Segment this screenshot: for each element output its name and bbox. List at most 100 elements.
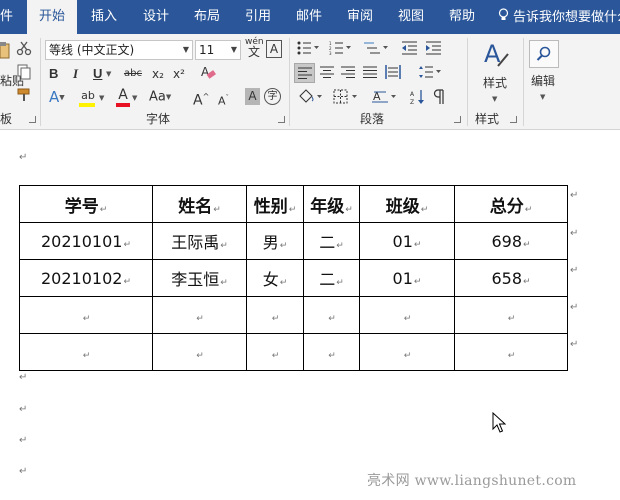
format-painter-icon[interactable] [16,87,32,109]
tab-mailings[interactable]: 邮件 [296,0,322,34]
table-cell[interactable]: 二↵ [303,259,360,297]
tell-me-search[interactable]: 告诉我你想要做什么 [498,0,620,34]
justify-icon[interactable] [363,66,377,84]
font-color-button[interactable]: A [116,86,130,107]
table-cell[interactable]: 01↵ [359,259,455,297]
styles-icon[interactable]: A [482,38,510,76]
underline-dropdown[interactable]: ▼ [106,65,111,84]
mouse-cursor-icon [492,411,507,438]
bullets-icon[interactable] [297,41,319,61]
editing-dropdown[interactable]: ▼ [540,88,545,107]
cut-icon[interactable] [16,40,32,62]
lightbulb-icon [498,0,509,34]
chinese-layout-icon[interactable]: A [372,89,398,111]
table-cell[interactable]: 李玉恒↵ [152,259,247,297]
tab-references[interactable]: 引用 [245,0,271,34]
student-table[interactable]: 学号↵ 姓名↵ 性别↵ 年级↵ 班级↵ 总分↵ 20210101↵ 王际禹↵ 男… [19,185,568,371]
strikethrough-button[interactable]: abc [124,65,142,83]
enclose-characters-button[interactable]: 字 [264,88,281,105]
table-cell[interactable]: ↵ [454,296,568,334]
grow-arrow-icon: ^ [202,92,210,101]
change-case-button[interactable]: Aa▼ [149,88,171,107]
superscript-button[interactable]: x² [173,65,185,83]
highlight-dropdown[interactable]: ▼ [99,89,104,108]
copy-icon[interactable] [16,64,32,86]
font-color-dropdown[interactable]: ▼ [132,89,137,108]
italic-button[interactable]: I [73,65,78,83]
paragraph-mark: ↵ [19,466,28,477]
table-cell[interactable]: ↵ [303,296,360,334]
tab-help[interactable]: 帮助 [449,0,475,34]
character-shading-button[interactable]: A [245,88,260,105]
shading-icon[interactable] [297,89,323,111]
align-center-icon[interactable] [320,66,334,84]
borders-icon[interactable] [333,89,359,111]
table-cell[interactable]: ↵ [303,333,360,371]
table-cell[interactable]: 658↵ [454,259,568,297]
tab-view[interactable]: 视图 [398,0,424,34]
table-cell[interactable]: ↵ [19,333,153,371]
header-cell[interactable]: 性别↵ [246,185,304,223]
show-marks-icon[interactable] [433,89,445,111]
underline-button[interactable]: U [93,65,102,83]
tab-insert[interactable]: 插入 [91,0,117,34]
grow-font-button[interactable]: A^ [193,88,209,110]
distributed-icon[interactable] [385,65,401,85]
font-dialog-launcher[interactable] [278,116,285,123]
tab-layout[interactable]: 布局 [194,0,220,34]
styles-dialog-launcher[interactable] [510,116,517,123]
group-separator [289,38,290,126]
table-cell[interactable]: ↵ [246,333,304,371]
table-cell[interactable]: 二↵ [303,222,360,260]
table-cell[interactable]: ↵ [152,296,247,334]
font-name-combo[interactable]: 等线 (中文正文) ▼ [45,40,193,60]
table-cell[interactable]: ↵ [359,333,455,371]
styles-dropdown[interactable]: ▼ [492,90,497,109]
increase-indent-icon[interactable] [426,41,442,61]
table-cell[interactable]: ↵ [19,296,153,334]
table-cell[interactable]: ↵ [152,333,247,371]
table-cell[interactable]: 女↵ [246,259,304,297]
table-cell[interactable]: ↵ [359,296,455,334]
table-cell[interactable]: 男↵ [246,222,304,260]
table-cell[interactable]: 698↵ [454,222,568,260]
paragraph-dialog-launcher[interactable] [454,116,461,123]
table-cell[interactable]: ↵ [246,296,304,334]
tab-review[interactable]: 审阅 [347,0,373,34]
sort-icon[interactable]: AZ [410,89,426,111]
decrease-indent-icon[interactable] [402,41,418,61]
table-cell[interactable]: 01↵ [359,222,455,260]
table-cell[interactable]: ↵ [454,333,568,371]
clipboard-dialog-launcher[interactable] [29,116,36,123]
line-spacing-icon[interactable] [417,65,441,85]
text-effects-button[interactable]: A▼ [49,88,65,107]
subscript-button[interactable]: x₂ [152,65,164,83]
header-cell[interactable]: 班级↵ [359,185,455,223]
find-icon[interactable] [529,40,559,68]
header-cell[interactable]: 姓名↵ [152,185,247,223]
tab-home[interactable]: 开始 [27,0,77,34]
table-cell[interactable]: 王际禹↵ [152,222,247,260]
bold-button[interactable]: B [49,65,58,83]
clear-formatting-icon[interactable]: A [200,64,216,86]
table-cell[interactable]: 20210102↵ [19,259,153,297]
header-cell[interactable]: 学号↵ [19,185,153,223]
font-name-value: 等线 (中文正文) [49,43,135,57]
tab-design[interactable]: 设计 [143,0,169,34]
table-row: 20210102↵ 李玉恒↵ 女↵ 二↵ 01↵ 658↵ [19,259,568,297]
numbering-icon[interactable]: 123 [329,41,351,61]
table-cell[interactable]: 20210101↵ [19,222,153,260]
paste-icon[interactable] [0,40,10,74]
header-cell[interactable]: 年级↵ [303,185,360,223]
shrink-font-button[interactable]: Aˇ [218,89,229,111]
character-border-button[interactable]: A [266,40,282,58]
align-right-icon[interactable] [341,66,355,84]
tab-file[interactable]: 件 [0,0,18,34]
multilevel-list-icon[interactable] [364,41,388,61]
font-size-combo[interactable]: 11 ▼ [195,40,241,60]
align-left-button[interactable] [294,63,315,83]
highlight-color-button[interactable]: ab [79,87,97,107]
header-cell[interactable]: 总分↵ [454,185,568,223]
phonetic-guide-button[interactable]: wén 文 [245,37,264,59]
paragraph-mark: ↵ [19,435,28,446]
